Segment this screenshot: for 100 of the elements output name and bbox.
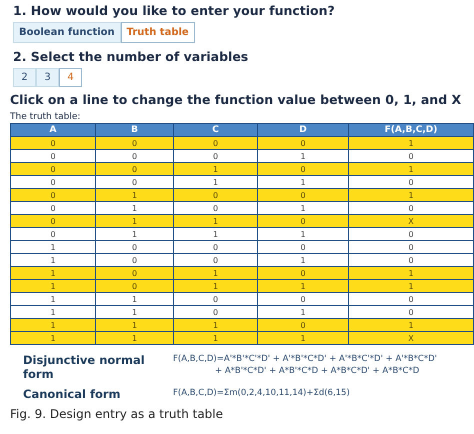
formula-text: + A*B'*C*D' + A*B'*C*D + A*B*C*D' + A*B*C*D [214,365,420,377]
table-cell[interactable]: 1 [10,332,96,344]
table-cell[interactable]: 0 [348,292,474,306]
table-cell[interactable]: 0 [10,150,96,162]
table-cell[interactable]: 0 [174,150,258,162]
table-cell[interactable]: 1 [174,266,258,280]
table-cell[interactable]: 1 [348,162,474,176]
table-cell[interactable]: 0 [174,254,258,266]
table-cell[interactable]: 1 [258,176,348,188]
table-cell[interactable]: 0 [258,162,348,176]
formula-text: F(A,B,C,D)=A'*B'*C'*D' + A'*B'*C*D' + A'*B*C'*D' + A'*B*C*D' [173,353,437,365]
table-cell[interactable]: 0 [10,162,96,176]
table-cell[interactable]: 1 [10,280,96,292]
table-cell[interactable]: 0 [174,188,258,202]
table-cell[interactable]: 0 [10,136,96,150]
table-cell[interactable]: 0 [174,136,258,150]
table-cell[interactable]: 0 [348,306,474,318]
table-cell[interactable]: 1 [10,266,96,280]
table-cell[interactable]: 0 [10,202,96,214]
table-cell[interactable]: 1 [174,176,258,188]
table-cell[interactable]: 1 [174,162,258,176]
variable-count-tab[interactable]: 3 [36,68,59,87]
input-mode-tab[interactable]: Truth table [120,22,195,43]
table-cell[interactable]: 1 [258,332,348,344]
instruction-heading: Click on a line to change the function value between 0, 1, and X [10,92,462,107]
result-label: Disjunctive normal form [23,353,146,381]
table-cell[interactable]: 1 [348,318,474,332]
table-cell[interactable]: 1 [96,188,174,202]
table-cell[interactable]: 0 [258,292,348,306]
table-cell[interactable]: 0 [10,188,96,202]
table-cell[interactable]: 1 [348,266,474,280]
table-cell[interactable]: 1 [348,280,474,292]
table-cell[interactable]: 1 [174,280,258,292]
step-heading: 1. How would you like to enter your function? [13,3,336,18]
table-cell[interactable]: 0 [96,150,174,162]
table-cell[interactable]: 1 [96,332,174,344]
table-cell[interactable]: 0 [174,306,258,318]
table-cell[interactable]: 1 [96,318,174,332]
table-cell[interactable]: 0 [258,188,348,202]
table-cell[interactable]: 0 [10,228,96,240]
step-heading: 2. Select the number of variables [13,49,250,64]
table-cell[interactable]: 0 [348,228,474,240]
table-cell[interactable]: 0 [10,176,96,188]
column-header: B [96,124,174,136]
figure-caption: Fig. 9. Design entry as a truth table [10,407,224,421]
table-cell[interactable]: 0 [10,214,96,228]
table-cell[interactable]: 1 [96,214,174,228]
column-header: A [10,124,96,136]
table-cell[interactable]: 0 [96,280,174,292]
table-cell[interactable]: 1 [174,228,258,240]
table-cell[interactable]: 0 [258,214,348,228]
table-cell[interactable]: 1 [348,136,474,150]
table-cell[interactable]: 0 [174,240,258,254]
table-cell[interactable]: 0 [258,266,348,280]
table-cell[interactable]: 1 [348,188,474,202]
table-cell[interactable]: 0 [348,176,474,188]
table-cell[interactable]: 1 [96,306,174,318]
table-cell[interactable]: 1 [258,150,348,162]
table-cell[interactable]: 0 [96,136,174,150]
table-cell[interactable]: 1 [258,280,348,292]
table-cell[interactable]: 1 [10,318,96,332]
table-cell[interactable]: 0 [174,202,258,214]
table-cell[interactable]: X [348,332,474,344]
table-cell[interactable]: 1 [10,240,96,254]
table-cell[interactable]: 0 [348,150,474,162]
formula-text: F(A,B,C,D)=Σm(0,2,4,10,11,14)+Σd(6,15) [173,387,350,399]
column-header: C [174,124,258,136]
variable-count-tab[interactable]: 4 [59,68,82,87]
table-cell[interactable]: 0 [348,202,474,214]
table-cell[interactable]: 1 [174,332,258,344]
table-cell[interactable]: 1 [96,228,174,240]
table-cell[interactable]: 0 [258,136,348,150]
column-header: D [258,124,348,136]
table-cell[interactable]: 1 [10,254,96,266]
table-cell[interactable]: 0 [348,254,474,266]
table-cell[interactable]: 0 [96,162,174,176]
input-mode-tab[interactable]: Boolean function [13,22,121,43]
table-cell[interactable]: 1 [10,306,96,318]
table-cell[interactable]: 0 [96,266,174,280]
table-caption: The truth table: [10,112,82,122]
table-cell[interactable]: 0 [348,240,474,254]
result-label: Canonical form [23,387,122,401]
column-header: F(A,B,C,D) [348,124,474,136]
table-cell[interactable]: 1 [258,202,348,214]
table-cell[interactable]: 0 [174,292,258,306]
table-cell[interactable]: 1 [10,292,96,306]
table-cell[interactable]: 0 [96,176,174,188]
table-cell[interactable]: 0 [258,240,348,254]
table-cell[interactable]: 1 [96,292,174,306]
table-cell[interactable]: 1 [174,318,258,332]
table-cell[interactable]: 1 [258,254,348,266]
variable-count-tab[interactable]: 2 [13,68,36,87]
table-cell[interactable]: 1 [174,214,258,228]
table-cell[interactable]: X [348,214,474,228]
table-cell[interactable]: 1 [258,306,348,318]
table-cell[interactable]: 0 [96,254,174,266]
table-cell[interactable]: 0 [258,318,348,332]
table-cell[interactable]: 1 [258,228,348,240]
table-cell[interactable]: 1 [96,202,174,214]
table-cell[interactable]: 0 [96,240,174,254]
